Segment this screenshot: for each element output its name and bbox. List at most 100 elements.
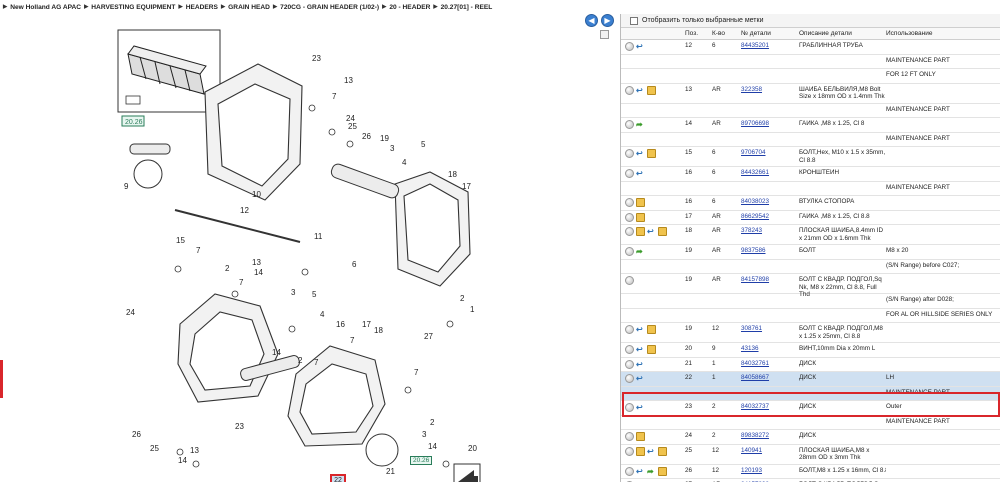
callout-13b[interactable]: 13 (252, 258, 261, 267)
callout-17[interactable]: 17 (462, 182, 471, 191)
callout-2c[interactable]: 2 (298, 356, 302, 365)
cross-reference-icon[interactable]: ↩ (636, 467, 645, 476)
part-number-link[interactable]: 84432661 (741, 169, 769, 176)
part-number-link[interactable]: 84032761 (741, 360, 769, 367)
info-icon[interactable] (625, 359, 634, 369)
cross-reference-icon[interactable]: ↩ (636, 86, 645, 95)
cross-reference-icon[interactable]: ↩ (636, 345, 645, 354)
info-icon[interactable] (625, 212, 634, 222)
part-number-cell[interactable]: 322358 (741, 86, 799, 94)
info-icon[interactable] (625, 276, 634, 285)
info-icon[interactable] (625, 403, 634, 412)
callout-2b[interactable]: 2 (460, 294, 464, 303)
info-icon[interactable] (625, 345, 634, 354)
part-number-cell[interactable]: 9837586 (741, 247, 799, 255)
table-row[interactable]: ↩ 20 9 43136 ВИНТ,10mm Dia x 20mm L (621, 343, 1000, 358)
part-number-cell[interactable]: 84435201 (741, 42, 799, 50)
table-row[interactable]: ↩ 15 6 9706704 БОЛТ,Hex, M10 x 1.5 x 35mm, C… (621, 147, 1000, 167)
package-icon[interactable] (658, 466, 667, 476)
cross-reference-icon[interactable]: ↩ (636, 325, 645, 334)
ref-tag-callout[interactable]: 20.26 (410, 456, 433, 465)
package-icon[interactable] (636, 212, 645, 222)
table-row[interactable]: ↩ 18 AR 378243 ПЛОСКАЯ ШАЙБА,8.4mm ID x 21mm… (621, 225, 1000, 245)
part-number-link[interactable]: 308761 (741, 325, 762, 332)
part-number-cell[interactable]: 84432661 (741, 169, 799, 177)
part-number-cell[interactable]: 86629542 (741, 213, 799, 221)
table-row[interactable]: ↩ 12 6 84435201 ГРАБЛИННАЯ ТРУБА (621, 40, 1000, 55)
part-number-cell[interactable]: 84058667 (741, 374, 799, 382)
part-number-link[interactable]: 89838272 (741, 432, 769, 439)
callout-21[interactable]: 21 (386, 467, 395, 476)
callout-18b[interactable]: 18 (374, 326, 383, 335)
callout-16[interactable]: 16 (336, 320, 345, 329)
table-row[interactable]: ➦ 19 AR 9837586 БОЛТ M8 x 20 (621, 245, 1000, 260)
callout-18[interactable]: 18 (448, 170, 457, 179)
part-number-cell[interactable]: 378243 (741, 227, 799, 235)
info-icon[interactable] (625, 466, 634, 476)
part-number-cell[interactable]: 84038023 (741, 198, 799, 206)
callout-10[interactable]: 10 (252, 190, 261, 199)
info-icon[interactable] (625, 149, 634, 158)
callout-2d[interactable]: 2 (430, 418, 434, 427)
package-icon[interactable] (647, 325, 656, 334)
cross-reference-icon[interactable]: ↩ (636, 149, 645, 158)
callout-7b[interactable]: 7 (196, 246, 200, 255)
callout-3c[interactable]: 3 (422, 430, 426, 439)
package-icon[interactable] (658, 227, 667, 236)
callout-26b[interactable]: 26 (132, 430, 141, 439)
callout-22-highlighted[interactable]: 22 (330, 474, 346, 482)
info-icon[interactable] (625, 432, 634, 441)
replacement-arrow-icon[interactable]: ➦ (636, 120, 645, 129)
package-icon[interactable] (636, 432, 645, 441)
parts-diagram[interactable]: ◀ ▶ 20.26 23 13 7 24 25 26 19 3 5 4 18 1… (0, 14, 616, 482)
callout-3[interactable]: 3 (390, 144, 394, 153)
callout-4b[interactable]: 4 (320, 310, 324, 319)
table-row-note[interactable]: MAINTENANCE PART (621, 182, 1000, 196)
table-row[interactable]: ➦ 14 AR 89706698 ГАЙКА ,M8 x 1.25, Cl 8 (621, 118, 1000, 133)
part-number-cell[interactable]: 9706704 (741, 149, 799, 157)
table-row-note[interactable]: MAINTENANCE PART (621, 104, 1000, 118)
callout-13c[interactable]: 13 (190, 446, 199, 455)
part-number-link[interactable]: 84032737 (741, 403, 769, 410)
table-row[interactable]: ↩ 16 6 84432661 КРОНШТЕЙН (621, 167, 1000, 182)
col-part[interactable]: № детали (741, 30, 799, 37)
callout-27[interactable]: 27 (424, 332, 433, 341)
part-number-link[interactable]: 84058667 (741, 374, 769, 381)
info-icon[interactable] (625, 42, 634, 51)
table-row-note[interactable]: MAINTENANCE PART (621, 386, 1000, 401)
callout-1[interactable]: 1 (470, 305, 474, 314)
part-number-link[interactable]: 89706698 (741, 120, 769, 127)
breadcrumb-item[interactable]: 20.27[01] - REEL (441, 4, 493, 11)
info-icon[interactable] (625, 446, 634, 456)
callout-24b[interactable]: 24 (126, 308, 135, 317)
part-number-cell[interactable]: 43136 (741, 345, 799, 353)
breadcrumb-item[interactable]: 720CG - GRAIN HEADER (1/02-) (280, 4, 379, 11)
breadcrumb-item[interactable]: New Holland AG APAC (10, 4, 81, 11)
table-row[interactable]: 17 AR 86629542 ГАЙКА ,M8 x 1.25, Cl 8.8 (621, 211, 1000, 225)
part-number-link[interactable]: 9706704 (741, 149, 766, 156)
callout-15[interactable]: 15 (176, 236, 185, 245)
info-icon[interactable] (625, 120, 634, 129)
part-number-link[interactable]: 322358 (741, 86, 762, 93)
callout-4[interactable]: 4 (402, 158, 406, 167)
table-row-note[interactable]: FOR 12 FT ONLY (621, 69, 1000, 84)
callout-7[interactable]: 7 (332, 92, 336, 101)
table-row[interactable]: ↩ 19 12 308761 БОЛТ С КВАДР. ПОДГОЛ,M8 x 1.2… (621, 323, 1000, 343)
callout-7f[interactable]: 7 (414, 368, 418, 377)
cross-reference-icon[interactable]: ↩ (647, 227, 656, 236)
callout-14c[interactable]: 14 (178, 456, 187, 465)
package-icon[interactable] (647, 345, 656, 354)
callout-9[interactable]: 9 (124, 182, 128, 191)
callout-3b[interactable]: 3 (291, 288, 295, 297)
part-number-link[interactable]: 43136 (741, 345, 759, 352)
table-row-note[interactable]: MAINTENANCE PART (621, 133, 1000, 147)
callout-7e[interactable]: 7 (314, 358, 318, 367)
part-number-cell[interactable]: 308761 (741, 325, 799, 333)
table-row[interactable]: 24 2 89838272 ДИСК (621, 430, 1000, 445)
callout-13[interactable]: 13 (344, 76, 353, 85)
replacement-arrow-icon[interactable]: ➦ (647, 467, 656, 476)
table-row[interactable]: ↩ 21 1 84032761 ДИСК (621, 358, 1000, 372)
part-number-link[interactable]: 84435201 (741, 42, 769, 49)
part-number-cell[interactable]: 84032761 (741, 360, 799, 368)
cross-reference-icon[interactable]: ↩ (647, 447, 656, 456)
